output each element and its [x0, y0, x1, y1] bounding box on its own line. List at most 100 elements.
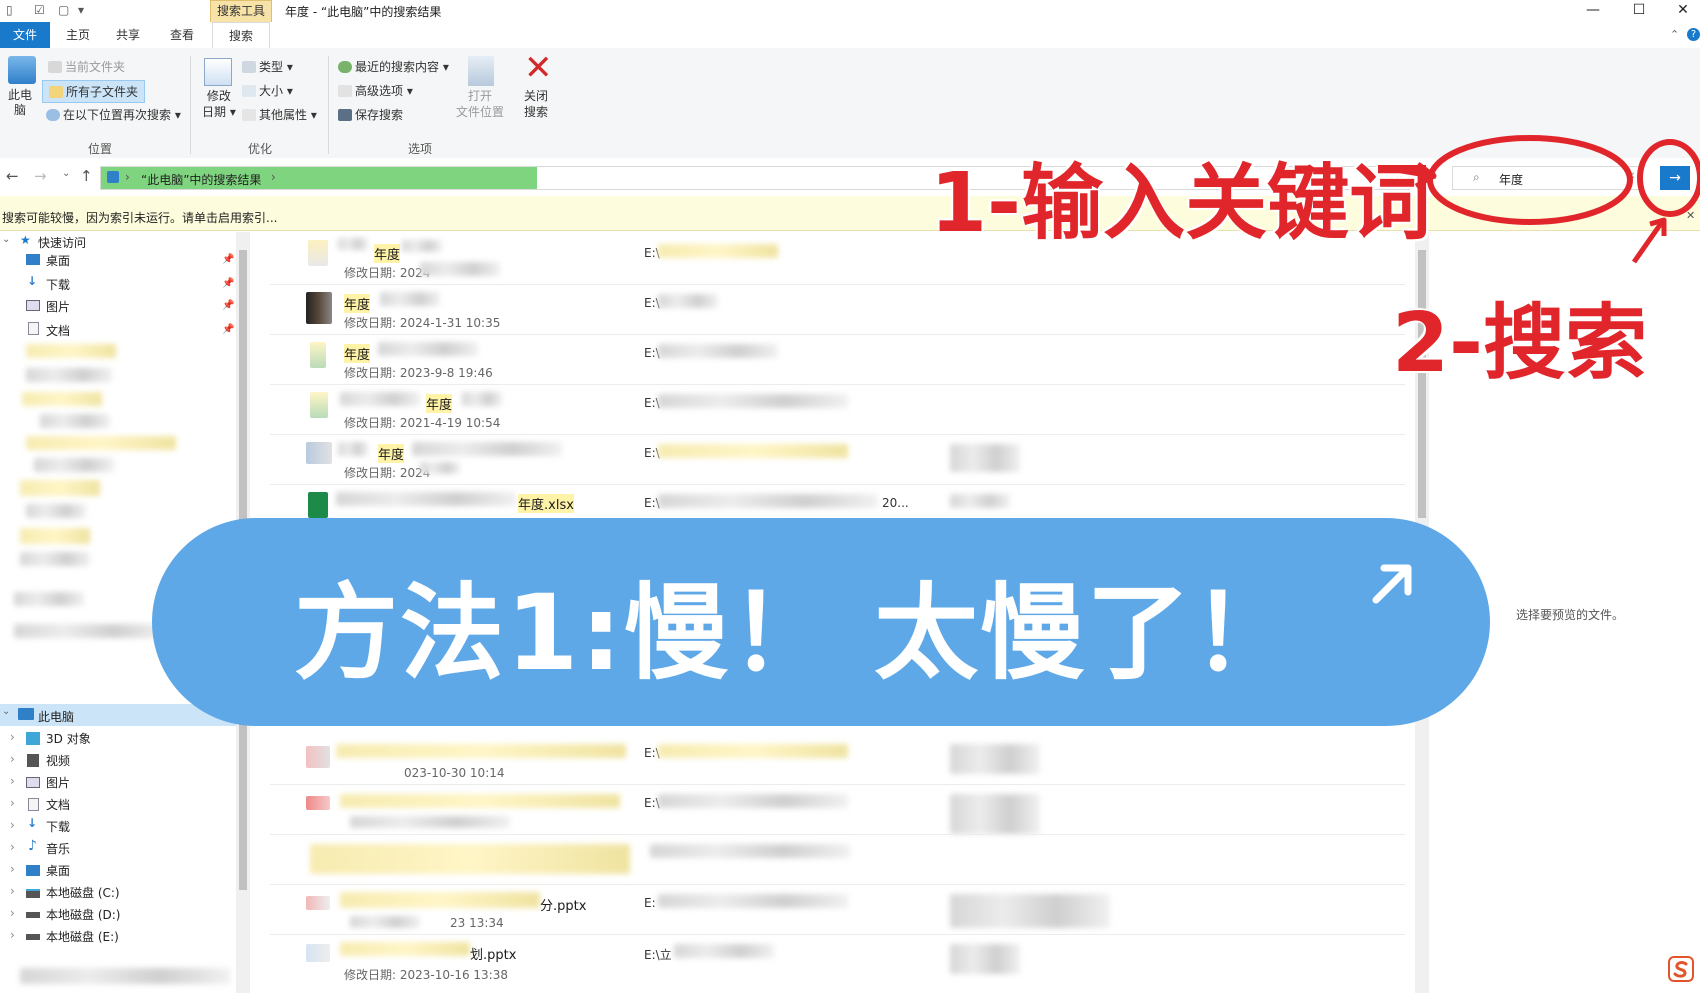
calendar-icon[interactable] [204, 58, 232, 86]
nav-desktop[interactable]: 桌面 [46, 252, 70, 269]
collapse-ribbon-icon[interactable]: ⌃ [1670, 28, 1679, 41]
save-icon [338, 109, 352, 121]
properties-icon[interactable]: ☑ [34, 3, 45, 17]
advanced-options-button[interactable]: 高级选项 ▾ [338, 82, 413, 99]
expand-chevron-icon[interactable]: › [10, 884, 15, 898]
dismiss-info-icon[interactable]: ✕ [1686, 209, 1695, 222]
open-file-location-button[interactable]: 打开 文件位置 [456, 88, 504, 120]
file-name[interactable]: 划.pptx [470, 944, 516, 963]
videos-icon [27, 754, 39, 767]
modified-date-button[interactable]: 修改 日期 ▾ [202, 88, 236, 120]
nav-downloads-pc[interactable]: 下载 [46, 818, 70, 835]
nav-3d-objects[interactable]: 3D 对象 [46, 730, 91, 747]
tab-home[interactable]: 主页 [58, 22, 98, 48]
forward-arrow-icon[interactable]: → [34, 167, 47, 185]
up-arrow-icon[interactable]: ↑ [80, 167, 93, 185]
tab-share[interactable]: 共享 [108, 22, 148, 48]
expand-chevron-icon[interactable]: › [10, 906, 15, 920]
expand-chevron-icon[interactable]: › [10, 730, 15, 744]
expand-chevron-icon[interactable]: ⌄ [2, 234, 10, 245]
save-search-button[interactable]: 保存搜索 [338, 106, 403, 123]
blurred-item [20, 528, 90, 544]
size-button[interactable]: 大小 ▾ [242, 82, 293, 99]
nav-documents-pc[interactable]: 文档 [46, 796, 70, 813]
close-button[interactable]: ✕ [1660, 0, 1700, 22]
blurred-row [310, 844, 630, 874]
maximize-button[interactable]: ☐ [1616, 0, 1662, 22]
type-icon [242, 61, 256, 73]
nav-pictures-pc[interactable]: 图片 [46, 774, 70, 791]
ribbon: 此电脑 当前文件夹 所有子文件夹 在以下位置再次搜索 ▾ 位置 修改 日期 ▾ 类… [0, 48, 1700, 159]
quick-access-dropdown-icon[interactable]: ▾ [78, 3, 84, 17]
blurred-name [336, 744, 626, 758]
minimize-button[interactable]: — [1570, 0, 1616, 22]
recent-locations-chevron-icon[interactable]: ⌄ [62, 168, 70, 179]
file-modified-date: 修改日期: 2023-9-8 19:46 [344, 366, 493, 380]
blurred-name [340, 892, 540, 908]
expand-chevron-icon[interactable]: › [10, 840, 15, 854]
file-name[interactable]: 年度 [374, 244, 401, 263]
close-search-button[interactable]: 关闭 搜索 [524, 88, 548, 120]
blurred-item [26, 436, 176, 450]
current-folder-button[interactable]: 当前文件夹 [48, 58, 125, 75]
search-again-button[interactable]: 在以下位置再次搜索 ▾ [46, 106, 181, 123]
open-location-icon[interactable] [468, 56, 494, 86]
type-button[interactable]: 类型 ▾ [242, 58, 293, 75]
expand-chevron-icon[interactable]: › [10, 796, 15, 810]
help-icon[interactable]: ? [1687, 28, 1700, 41]
tab-view[interactable]: 查看 [162, 22, 202, 48]
tab-search[interactable]: 搜索 [212, 22, 270, 49]
nav-downloads[interactable]: 下载 [46, 276, 70, 293]
expand-chevron-icon[interactable]: › [10, 752, 15, 766]
indexing-info-bar[interactable]: 搜索可能较慢，因为索引未运行。请单击启用索引... ✕ [0, 196, 1700, 231]
search-results-icon [107, 171, 119, 183]
nav-documents[interactable]: 文档 [46, 322, 70, 339]
tab-file[interactable]: 文件 [0, 22, 50, 48]
other-properties-button[interactable]: 其他属性 ▾ [242, 106, 317, 123]
file-name[interactable]: 分.pptx [540, 895, 586, 914]
this-pc-button[interactable]: 此电脑 [8, 88, 32, 118]
nav-videos[interactable]: 视频 [46, 752, 70, 769]
excel-icon [308, 492, 328, 518]
back-arrow-icon[interactable]: ← [6, 167, 19, 185]
nav-drive-d[interactable]: 本地磁盘 (D:) [46, 906, 120, 923]
close-search-icon[interactable]: ✕ [524, 50, 553, 86]
expand-chevron-icon[interactable]: › [10, 862, 15, 876]
nav-this-pc[interactable]: 此电脑 [38, 708, 74, 725]
this-pc-icon[interactable] [8, 56, 36, 84]
expand-chevron-icon[interactable]: › [10, 928, 15, 942]
arrow-diagonal-icon [1372, 564, 1412, 604]
recent-searches-button[interactable]: 最近的搜索内容 ▾ [338, 58, 449, 75]
expand-chevron-icon[interactable]: ⌄ [2, 706, 10, 717]
file-name[interactable]: 年度 [378, 444, 405, 463]
nav-drive-e[interactable]: 本地磁盘 (E:) [46, 928, 119, 945]
blurred-column [950, 444, 1020, 472]
new-folder-icon[interactable]: ▢ [58, 3, 69, 17]
nav-music[interactable]: 音乐 [46, 840, 70, 857]
row-divider [270, 334, 1405, 335]
expand-chevron-icon[interactable]: › [10, 818, 15, 832]
file-name[interactable]: 年度 [344, 294, 371, 313]
blurred-column [950, 794, 1040, 834]
properties-icon [242, 109, 256, 121]
blurred-date [350, 816, 510, 828]
3d-objects-icon [26, 732, 40, 745]
nav-quick-access[interactable]: 快速访问 [38, 234, 86, 251]
search-go-button[interactable]: → [1660, 166, 1690, 190]
file-name[interactable]: 年度 [344, 344, 371, 363]
nav-drive-c[interactable]: 本地磁盘 (C:) [46, 884, 120, 901]
file-name[interactable]: 年度 [426, 394, 453, 413]
blurred-column [950, 944, 1020, 974]
nav-desktop-pc[interactable]: 桌面 [46, 862, 70, 879]
clear-search-icon[interactable]: ✕ [1627, 171, 1635, 182]
address-row: ← → ⌄ ↑ › “此电脑”中的搜索结果 › ⌄ ✕ ⌕ 年度 ✕ → [0, 158, 1700, 196]
nav-pictures[interactable]: 图片 [46, 298, 70, 315]
expand-chevron-icon[interactable]: › [10, 774, 15, 788]
all-subfolders-button[interactable]: 所有子文件夹 [42, 80, 146, 103]
file-thumbnail [310, 392, 328, 418]
ribbon-tabs: 文件 主页 共享 查看 搜索 ⌃ ? [0, 22, 1700, 49]
file-name[interactable]: 年度.xlsx [518, 494, 574, 513]
search-input[interactable]: ⌕ 年度 ✕ [1452, 166, 1642, 190]
folder-icon[interactable]: ▯ [6, 3, 13, 17]
blurred-date [350, 916, 420, 928]
